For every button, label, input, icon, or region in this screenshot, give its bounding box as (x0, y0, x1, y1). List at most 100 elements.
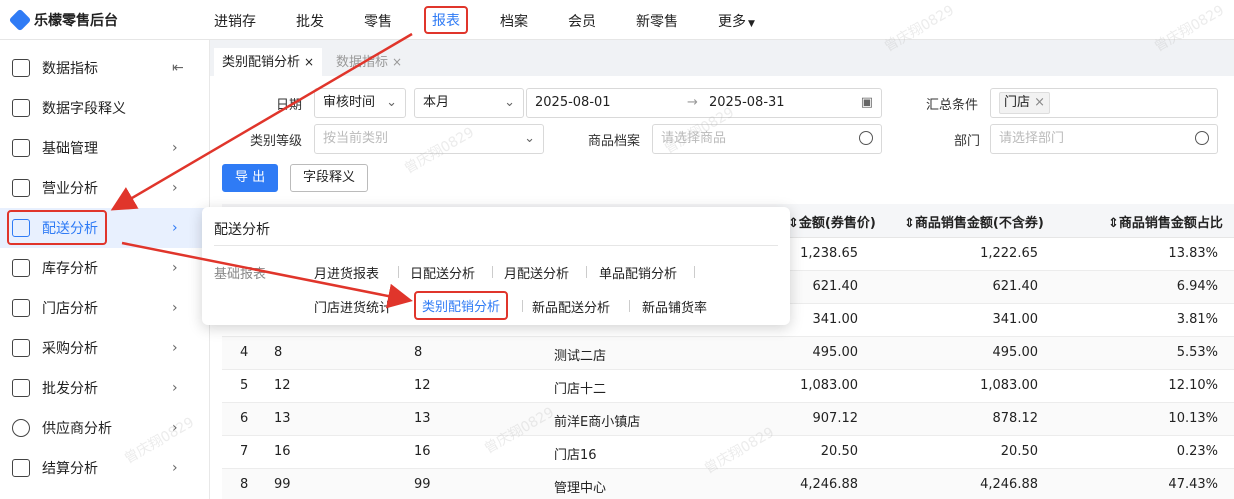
sales-amount-excl: 1,222.65 (980, 246, 1038, 261)
sales-ratio: 47.43% (1168, 477, 1218, 492)
store-name: 管理中心 (554, 481, 607, 496)
period-select[interactable]: 本月 ⌄ (414, 88, 524, 118)
nav-retail[interactable]: 零售 (364, 11, 392, 31)
nav-more[interactable]: 更多 ▼ (718, 11, 755, 31)
sales-amount: 1,083.00 (800, 378, 858, 393)
chevron-down-icon: ⌄ (524, 131, 535, 146)
sales-amount: 4,246.88 (800, 477, 858, 492)
menu-item-single-product[interactable]: 单品配销分析 (599, 263, 677, 282)
chevron-right-icon: › (172, 340, 178, 356)
close-icon[interactable]: × (392, 55, 402, 69)
store-id: 99 (414, 477, 431, 492)
store-code: 13 (274, 411, 291, 426)
table-row[interactable]: 7 16 16 门店16 20.50 20.50 0.23% (222, 436, 1234, 469)
table-row[interactable]: 8 99 99 管理中心 4,246.88 4,246.88 47.43% (222, 469, 1234, 499)
nav-archive[interactable]: 档案 (500, 11, 528, 31)
menu-item-new-product-coverage[interactable]: 新品铺货率 (642, 297, 707, 316)
export-button[interactable]: 导 出 (222, 164, 279, 192)
row-index: 7 (240, 444, 249, 459)
sidebar-item-store-analysis[interactable]: 门店分析 › (0, 288, 210, 328)
chevron-right-icon: › (172, 460, 178, 476)
menu-item-category-distribution[interactable]: 类别配销分析 (414, 291, 509, 320)
sales-ratio: 0.23% (1176, 444, 1218, 459)
col-ratio-label: 商品销售金额占比 (1118, 216, 1223, 231)
summary-label: 汇总条件 (926, 98, 979, 113)
search-icon[interactable] (1195, 131, 1209, 145)
menu-divider (214, 245, 778, 246)
menu-separator (629, 300, 630, 312)
nav-new-retail[interactable]: 新零售 (636, 11, 678, 31)
sidebar-item-supplier-analysis[interactable]: 供应商分析 › (0, 408, 210, 448)
start-date: 2025-08-01 (535, 95, 611, 110)
table-row[interactable]: 5 12 12 门店十二 1,083.00 1,083.00 12.10% (222, 370, 1234, 403)
sales-ratio: 3.81% (1176, 312, 1218, 327)
row-index: 6 (240, 411, 249, 426)
category-level-select[interactable]: 按当前类别 ⌄ (314, 124, 544, 154)
sidebar-item-purchase-analysis[interactable]: 采购分析 › (0, 328, 210, 368)
store-code: 12 (274, 378, 291, 393)
menu-item-daily-delivery[interactable]: 日配送分析 (410, 263, 475, 282)
summary-tag-label: 门店 (1004, 95, 1031, 110)
tab-category-distribution[interactable]: 类别配销分析 × (214, 48, 323, 76)
summary-tag: 门店 × (999, 92, 1051, 114)
sales-amount: 495.00 (812, 345, 859, 360)
field-definition-button[interactable]: 字段释义 (290, 164, 369, 192)
top-nav-bar: 乐檬零售后台 进销存 批发 零售 报表 档案 会员 新零售 更多 ▼ (0, 0, 1234, 40)
chevron-right-icon: › (172, 380, 178, 396)
sidebar-item-business-analysis[interactable]: 营业分析 › (0, 168, 210, 208)
dept-label: 部门 (954, 134, 981, 149)
store-name: 前洋E商小镇店 (554, 415, 641, 430)
sidebar-item-label: 营业分析 (42, 181, 98, 197)
sidebar-item-settlement-analysis[interactable]: 结算分析 › (0, 448, 210, 488)
caret-down-icon: ▼ (748, 19, 755, 29)
store-id: 16 (414, 444, 431, 459)
date-type-select[interactable]: 审核时间 ⌄ (314, 88, 406, 118)
menu-item-monthly-delivery[interactable]: 月配送分析 (504, 263, 569, 282)
store-id: 13 (414, 411, 431, 426)
col-amount-excl[interactable]: ⇕商品销售金额(不含券) (904, 212, 1044, 231)
chevron-right-icon: › (172, 220, 178, 236)
store-code: 8 (274, 345, 283, 360)
menu-item-new-product-delivery[interactable]: 新品配送分析 (532, 297, 610, 316)
date-label: 日期 (276, 98, 303, 113)
product-search[interactable]: 请选择商品 (652, 124, 882, 154)
sidebar-item-field-definitions[interactable]: 数据字段释义 (0, 88, 210, 128)
col-amount[interactable]: ⇕金额(券售价) (788, 212, 876, 231)
sales-amount-excl: 621.40 (992, 279, 1039, 294)
nav-reports[interactable]: 报表 (424, 6, 468, 34)
sidebar-item-inventory-analysis[interactable]: 库存分析 › (0, 248, 210, 288)
dept-search[interactable]: 请选择部门 (990, 124, 1218, 154)
chevron-right-icon: › (172, 420, 178, 436)
sales-amount-excl: 878.12 (992, 411, 1039, 426)
nav-inventory[interactable]: 进销存 (214, 11, 256, 31)
close-icon[interactable]: × (304, 55, 314, 69)
table-row[interactable]: 6 13 13 前洋E商小镇店 907.12 878.12 10.13% (222, 403, 1234, 436)
nav-wholesale[interactable]: 批发 (296, 11, 324, 31)
sidebar-item-wholesale-analysis[interactable]: 批发分析 › (0, 368, 210, 408)
tag-close-icon[interactable]: × (1034, 95, 1045, 110)
search-icon[interactable] (859, 131, 873, 145)
col-amount-excl-label: 商品销售金额(不含券) (914, 216, 1044, 231)
table-row[interactable]: 4 8 8 测试二店 495.00 495.00 5.53% (222, 337, 1234, 370)
product-placeholder: 请选择商品 (661, 131, 727, 146)
chevron-right-icon: › (172, 180, 178, 196)
sidebar-item-label: 数据指标 (42, 61, 98, 77)
sidebar-item-label: 门店分析 (42, 301, 98, 317)
menu-item-monthly-purchase[interactable]: 月进货报表 (314, 263, 379, 282)
store-icon (12, 179, 30, 197)
sidebar-item-basic-management[interactable]: 基础管理 › (0, 128, 210, 168)
tab-data-metrics[interactable]: 数据指标 × (328, 48, 410, 76)
sidebar-item-label: 数据字段释义 (42, 101, 126, 117)
nav-members[interactable]: 会员 (568, 11, 596, 31)
summary-condition-select[interactable]: 门店 × (990, 88, 1218, 118)
date-range-picker[interactable]: 2025-08-01 → 2025-08-31 ▣ (526, 88, 882, 118)
row-index: 5 (240, 378, 249, 393)
menu-item-store-purchase-stats[interactable]: 门店进货统计 (314, 297, 392, 316)
menu-group-label: 基础报表 (214, 267, 267, 282)
col-ratio[interactable]: ⇕商品销售金额占比 (1108, 212, 1223, 231)
product-label: 商品档案 (588, 134, 641, 149)
chevron-right-icon: › (172, 260, 178, 276)
collapse-icon[interactable]: ⇤ (172, 60, 184, 76)
sales-amount-excl: 495.00 (992, 345, 1039, 360)
sidebar-item-data-metrics[interactable]: 数据指标 ⇤ (0, 48, 210, 88)
